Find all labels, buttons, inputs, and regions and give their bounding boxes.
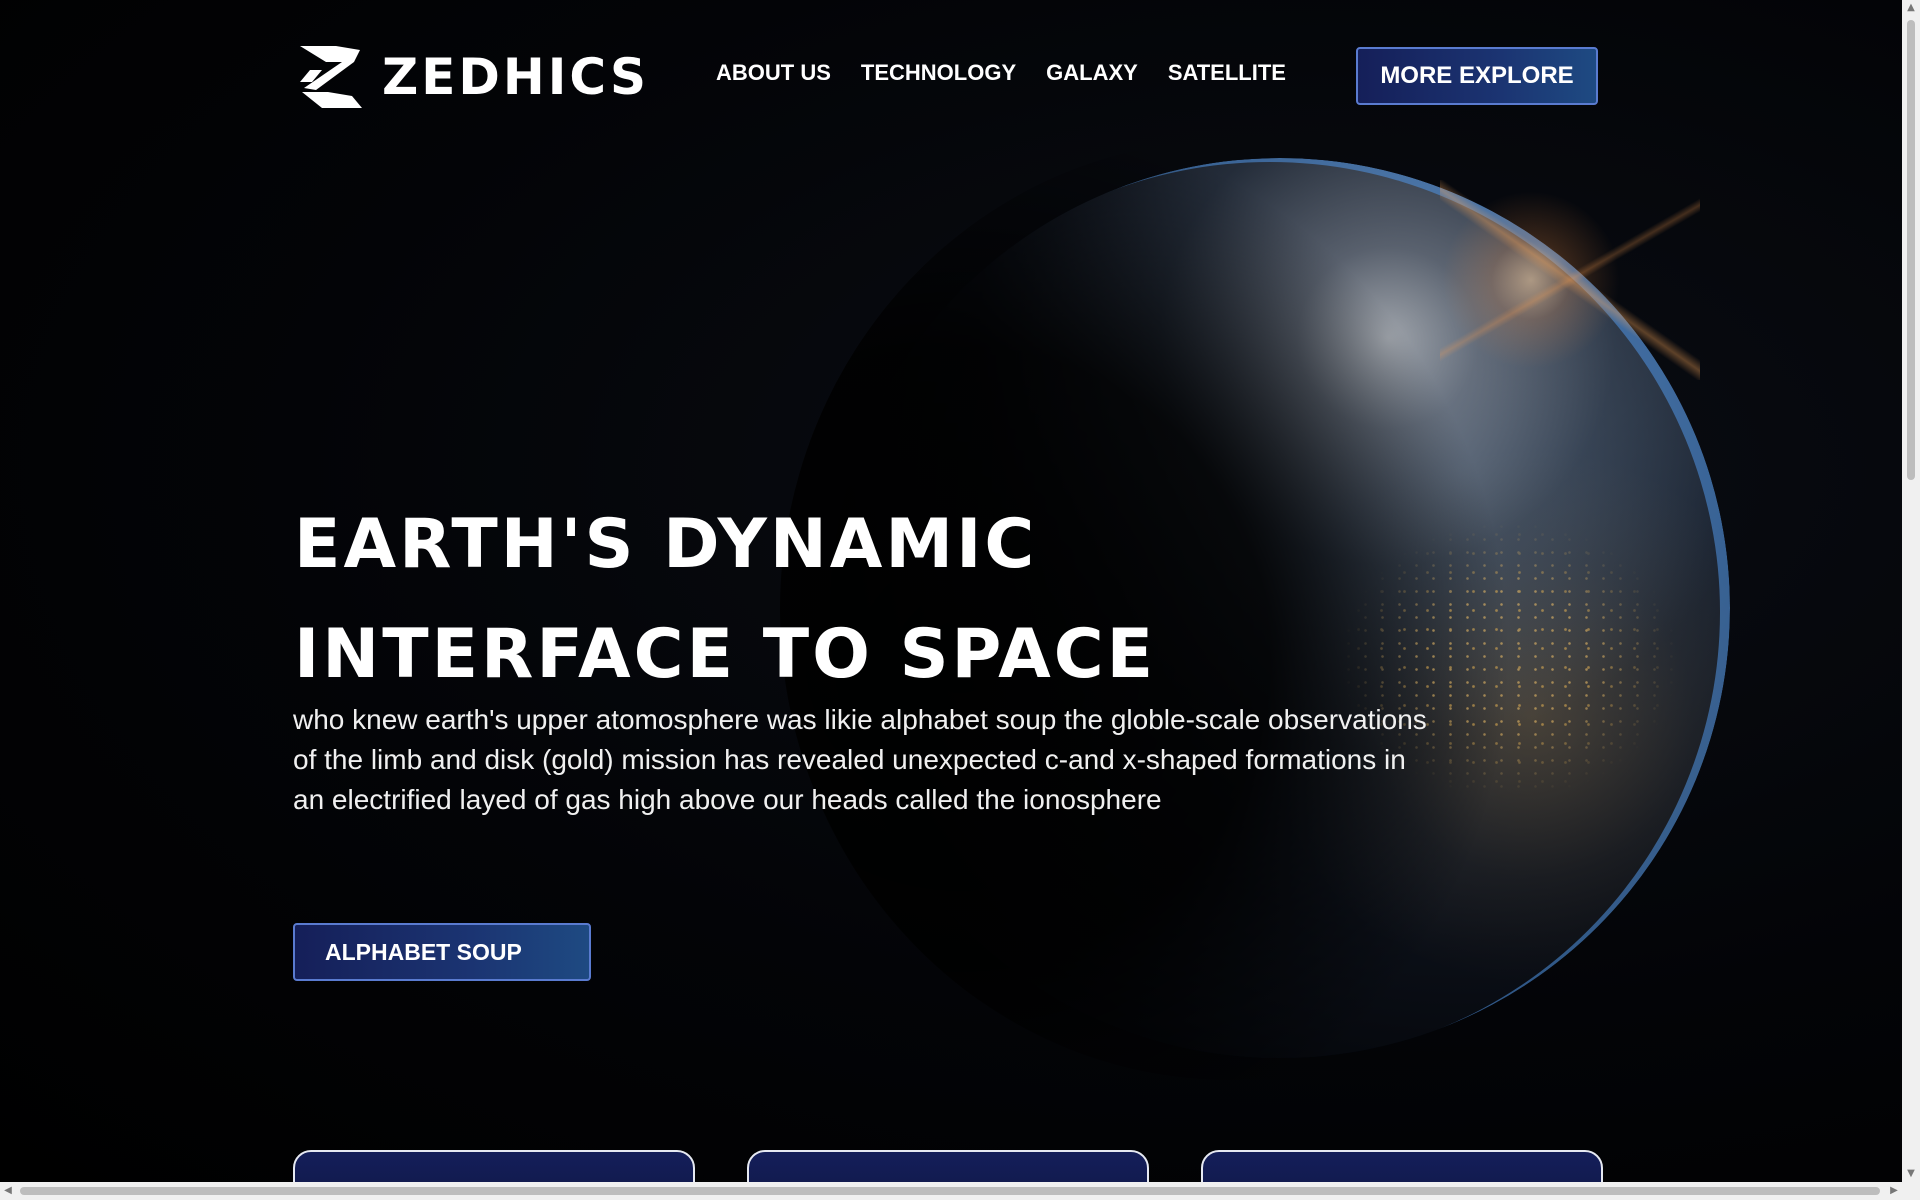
feature-card-2[interactable] bbox=[747, 1150, 1149, 1182]
nav-item-about-us[interactable]: ABOUT US bbox=[716, 60, 831, 86]
vertical-scrollbar[interactable]: ▲ ▼ bbox=[1902, 0, 1920, 1182]
nav-item-technology[interactable]: TECHNOLOGY bbox=[861, 60, 1016, 86]
more-explore-button[interactable]: MORE EXPLORE bbox=[1356, 47, 1598, 105]
main-nav: ABOUT US TECHNOLOGY GALAXY SATELLITE bbox=[716, 60, 1286, 86]
brand-logo[interactable]: ZEDHICS bbox=[296, 42, 649, 112]
horizontal-scrollbar[interactable]: ◀ ▶ bbox=[0, 1182, 1920, 1200]
nav-item-galaxy[interactable]: GALAXY bbox=[1046, 60, 1138, 86]
vertical-scroll-thumb[interactable] bbox=[1907, 20, 1915, 480]
hero-title: EARTH'S DYNAMIC INTERFACE TO SPACE bbox=[294, 490, 1156, 710]
brand-name: ZEDHICS bbox=[382, 48, 649, 106]
scroll-up-icon[interactable]: ▲ bbox=[1902, 0, 1920, 16]
scroll-right-icon[interactable]: ▶ bbox=[1886, 1182, 1902, 1200]
nav-item-satellite[interactable]: SATELLITE bbox=[1168, 60, 1286, 86]
feature-card-3[interactable] bbox=[1201, 1150, 1603, 1182]
hero-description: who knew earth's upper atomosphere was l… bbox=[293, 704, 1427, 815]
horizontal-scroll-thumb[interactable] bbox=[20, 1187, 1880, 1195]
hero-title-line-1: EARTH'S DYNAMIC bbox=[294, 505, 1038, 584]
page-viewport: ZEDHICS ABOUT US TECHNOLOGY GALAXY SATEL… bbox=[0, 0, 1902, 1182]
zedhics-logo-mark-icon bbox=[300, 46, 362, 108]
alphabet-soup-button[interactable]: ALPHABET SOUP bbox=[293, 923, 591, 981]
site-header: ZEDHICS ABOUT US TECHNOLOGY GALAXY SATEL… bbox=[0, 0, 1902, 130]
scroll-left-icon[interactable]: ◀ bbox=[0, 1182, 16, 1200]
scroll-down-icon[interactable]: ▼ bbox=[1902, 1166, 1920, 1182]
hero-title-line-2: INTERFACE TO SPACE bbox=[294, 615, 1157, 694]
feature-card-1[interactable] bbox=[293, 1150, 695, 1182]
